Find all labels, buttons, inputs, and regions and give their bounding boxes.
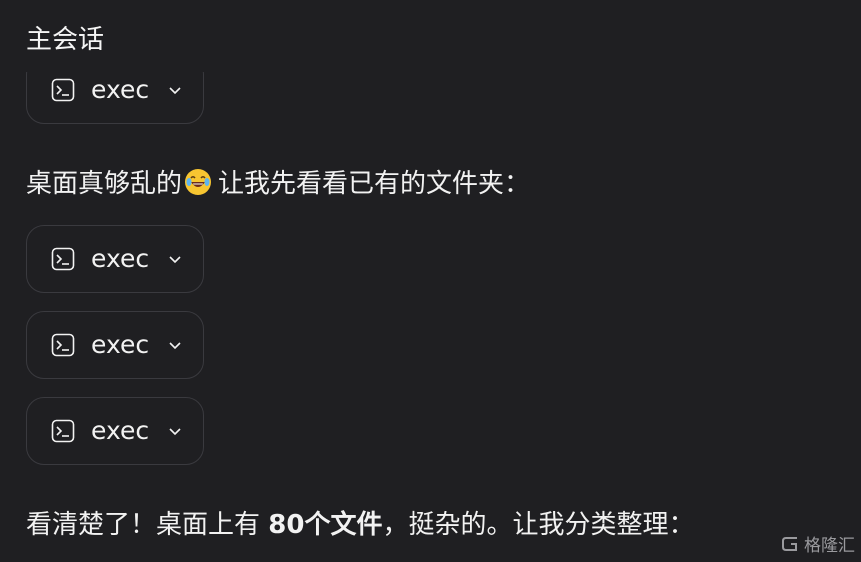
session-title: 主会话 — [26, 25, 105, 55]
terminal-icon — [51, 247, 75, 271]
message-emphasis: 80个文件 — [268, 510, 383, 540]
message-text: 桌面真够乱的 — [26, 169, 183, 199]
chevron-down-icon[interactable] — [167, 251, 183, 267]
message-text: ，挺杂的。让我分类整理： — [382, 510, 695, 540]
header-bar — [0, 0, 861, 72]
watermark-logo-icon — [782, 536, 797, 551]
tool-call-card[interactable]: exec — [26, 225, 204, 293]
tool-call-label: exec — [91, 75, 150, 104]
assistant-message: 桌面真够乱的 让我先看看已有的文件夹： — [26, 166, 530, 202]
face-with-tears-of-joy-icon — [185, 169, 212, 195]
tool-call-label: exec — [91, 330, 150, 359]
terminal-icon — [51, 419, 75, 443]
watermark-text: 格隆汇 — [804, 536, 855, 556]
tool-call-card[interactable]: exec — [26, 311, 204, 379]
chevron-down-icon[interactable] — [167, 337, 183, 353]
tool-call-label: exec — [91, 416, 150, 445]
terminal-icon — [51, 78, 75, 102]
assistant-message: 看清楚了！桌面上有 80个文件，挺杂的。让我分类整理： — [26, 507, 694, 543]
terminal-icon — [51, 333, 75, 357]
message-text: 让我先看看已有的文件夹： — [218, 169, 531, 199]
chevron-down-icon[interactable] — [167, 82, 183, 98]
message-text: 看清楚了！桌面上有 — [26, 510, 269, 540]
watermark: 格隆汇 — [781, 531, 855, 556]
tool-call-card[interactable]: exec — [26, 397, 204, 465]
chat-view: exec 主会话 桌面真够乱的 让我先看看已有的文件夹： exec exec e… — [0, 0, 861, 562]
chevron-down-icon[interactable] — [167, 423, 183, 439]
tool-call-label: exec — [91, 244, 150, 273]
